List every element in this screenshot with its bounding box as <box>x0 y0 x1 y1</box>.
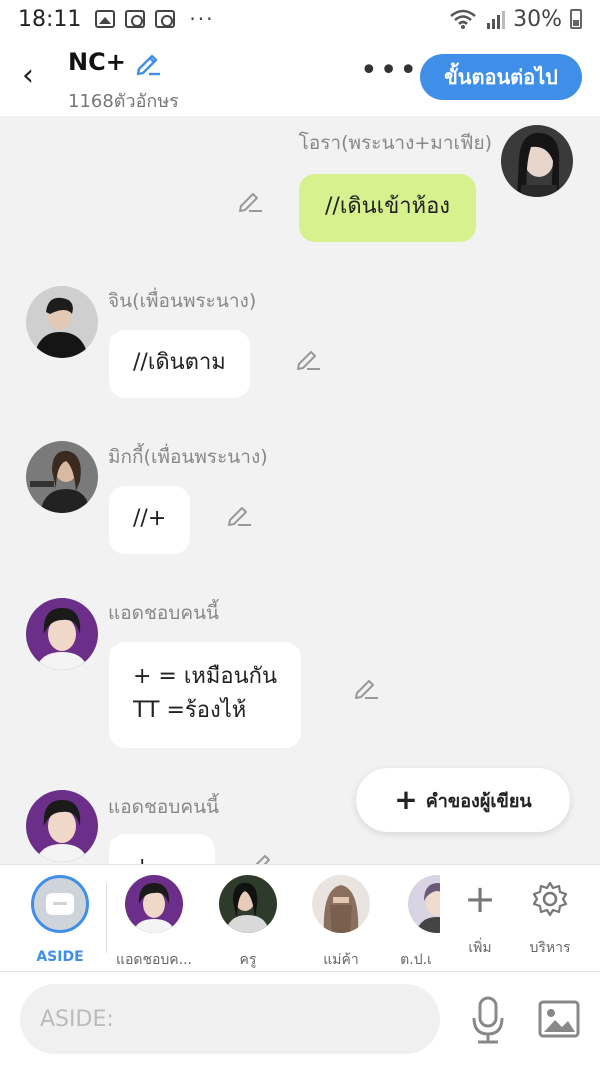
character-partial[interactable]: ต.ป.เ <box>392 875 440 971</box>
wifi-icon <box>450 9 476 29</box>
character-teacher[interactable]: ครู <box>203 875 293 971</box>
add-character-button[interactable]: + เพิ่ม <box>450 877 510 959</box>
character-avatar <box>312 875 370 933</box>
add-label: เพิ่ม <box>468 940 492 956</box>
character-count: 1168ตัวอักษร <box>68 91 179 112</box>
more-options-icon[interactable]: ••• <box>360 56 417 90</box>
character-avatar <box>219 875 277 933</box>
instagram-notification-icon-2 <box>155 10 176 28</box>
character-label: แม่ค้า <box>323 952 359 968</box>
author-note-label: คำของผู้เขียน <box>425 790 532 812</box>
status-bar: 18:11 ··· 30% <box>0 0 600 38</box>
gallery-notification-icon <box>95 10 116 28</box>
battery-percent: 30% <box>513 6 562 32</box>
instagram-notification-icon <box>125 10 146 28</box>
avatar-ora[interactable] <box>501 125 573 197</box>
edit-message-icon[interactable] <box>294 344 322 372</box>
aside-label: ASIDE <box>36 949 84 965</box>
chat-area[interactable]: โอรา(พระนาง+มาเฟีย) //เดินเข้าห้อง จิน(เ… <box>0 116 600 864</box>
plus-icon: + <box>394 783 418 816</box>
image-upload-icon[interactable] <box>538 1000 580 1038</box>
story-title: NC+ <box>68 48 126 76</box>
speaker-name: แอดชอบคนนี้ <box>108 602 220 624</box>
edit-message-icon[interactable] <box>248 848 276 864</box>
character-label: แอดชอบค... <box>115 952 193 968</box>
avatar-mikki[interactable] <box>26 441 98 513</box>
message-bubble[interactable]: //เดินเข้าห้อง <box>299 174 477 242</box>
character-label: ต.ป.เ <box>400 952 432 968</box>
manage-characters-button[interactable]: บริหาร <box>520 879 580 959</box>
message-bubble[interactable]: + <box>109 834 215 864</box>
microphone-icon[interactable] <box>470 996 506 1044</box>
message-bubble[interactable]: //เดินตาม <box>109 330 250 398</box>
app-header: ‹ NC+ 1168ตัวอักษร ••• ขั้นตอนต่อไป <box>0 38 600 116</box>
speaker-name: จิน(เพื่อนพระนาง) <box>108 290 257 312</box>
character-avatar <box>125 875 183 933</box>
status-time: 18:11 <box>18 6 82 32</box>
avatar-admin-fav[interactable] <box>26 790 98 862</box>
speaker-name: มิกกี้(เพื่อนพระนาง) <box>108 446 268 468</box>
author-note-button[interactable]: + คำของผู้เขียน <box>356 768 570 832</box>
divider <box>106 883 107 953</box>
speaker-name: แอดชอบคนนี้ <box>108 796 220 818</box>
signal-icon <box>487 11 506 29</box>
aside-icon <box>31 875 89 933</box>
speaker-name: โอรา(พระนาง+มาเฟีย) <box>298 132 492 154</box>
input-bar: ASIDE: <box>0 972 600 1067</box>
character-merchant[interactable]: แม่ค้า <box>296 875 386 971</box>
message-bubble[interactable]: + = เหมือนกัน TT =ร้องไห้ <box>109 642 301 748</box>
aside-character[interactable]: ASIDE <box>15 875 105 965</box>
edit-message-icon[interactable] <box>352 673 380 701</box>
character-admin-fav[interactable]: แอดชอบค... <box>109 875 199 971</box>
avatar-admin-fav[interactable] <box>26 598 98 670</box>
character-avatar <box>408 875 440 933</box>
battery-icon <box>570 9 582 29</box>
back-arrow-icon[interactable]: ‹ <box>14 58 42 94</box>
avatar-jin[interactable] <box>26 286 98 358</box>
edit-title-icon[interactable] <box>134 48 162 76</box>
more-notifications-icon: ··· <box>189 7 215 31</box>
character-selector-bar: ASIDE แอดชอบค... ครู แม่ค้า ต.ป.เ + เพิ่… <box>0 864 600 972</box>
character-label: ครู <box>239 952 257 968</box>
message-bubble[interactable]: //+ <box>109 486 191 554</box>
edit-message-icon[interactable] <box>236 186 264 214</box>
plus-icon: + <box>464 877 496 921</box>
manage-label: บริหาร <box>529 940 571 956</box>
gear-icon <box>532 881 568 917</box>
next-step-button[interactable]: ขั้นตอนต่อไป <box>420 54 582 100</box>
edit-message-icon[interactable] <box>225 500 253 528</box>
message-input[interactable]: ASIDE: <box>20 984 440 1054</box>
